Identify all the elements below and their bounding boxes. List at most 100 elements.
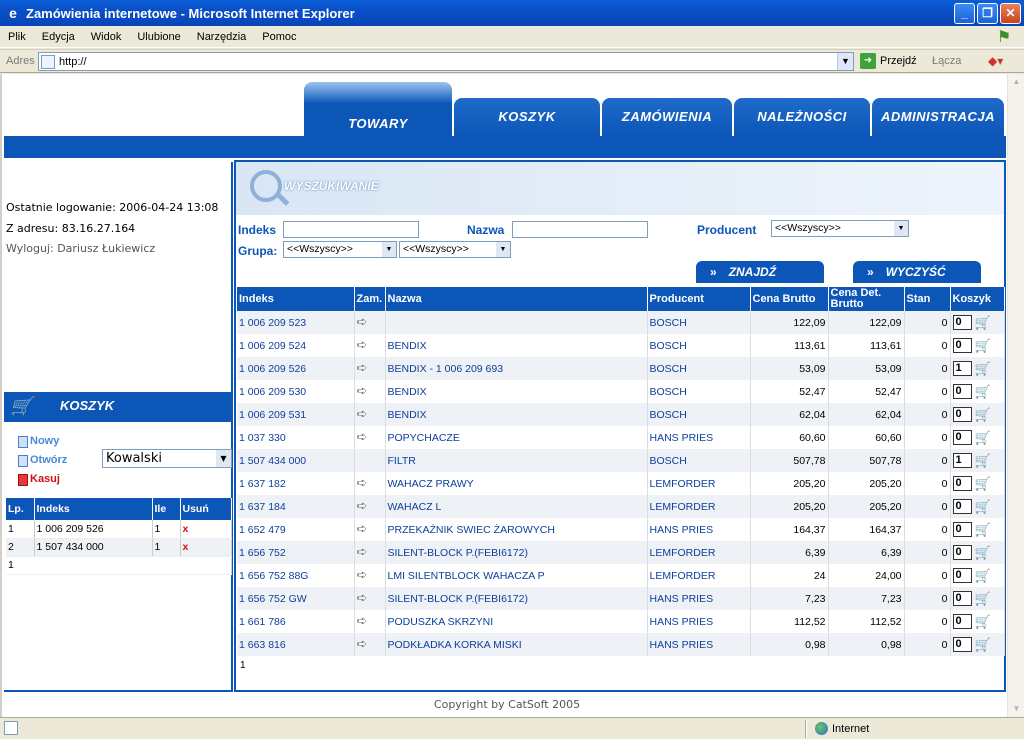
- go-button[interactable]: ➜ Przejdź: [860, 53, 917, 69]
- order-arrow-icon[interactable]: ➪: [357, 384, 373, 397]
- cell-index: 1 637 182: [237, 472, 355, 495]
- qty-input[interactable]: 0: [952, 545, 972, 560]
- order-arrow-icon[interactable]: ➪: [357, 614, 373, 627]
- add-to-cart-icon[interactable]: 🛒: [975, 522, 991, 538]
- grid-page-number[interactable]: 1: [240, 660, 246, 671]
- cell-basket: 0 🛒: [950, 472, 1005, 495]
- basket-cart-icon: 🛒: [10, 396, 33, 416]
- order-arrow-icon[interactable]: ➪: [357, 545, 373, 558]
- tab-zamowienia[interactable]: ZAMÓWIENIA: [602, 98, 732, 136]
- links-button[interactable]: Łącza: [932, 55, 961, 67]
- order-arrow-icon[interactable]: ➪: [357, 591, 373, 604]
- add-to-cart-icon[interactable]: 🛒: [975, 315, 991, 331]
- find-button[interactable]: » ZNAJDŹ: [696, 261, 824, 283]
- qty-input[interactable]: 0: [952, 338, 972, 353]
- group1-value: <<Wszyscy>>: [287, 243, 353, 255]
- qty-input[interactable]: 0: [952, 637, 972, 652]
- order-arrow-icon[interactable]: ➪: [357, 499, 373, 512]
- tab-naleznosci[interactable]: NALEŻNOŚCI: [734, 98, 870, 136]
- qty-input[interactable]: 0: [952, 384, 972, 399]
- order-arrow-icon[interactable]: ➪: [357, 407, 373, 420]
- qty-input[interactable]: 0: [952, 614, 972, 629]
- basket-new-link[interactable]: Nowy: [30, 432, 59, 451]
- page-icon: [41, 54, 55, 69]
- menu-view[interactable]: Widok: [83, 31, 130, 43]
- logout-link[interactable]: Wyloguj: Dariusz Łukiewicz: [6, 239, 218, 260]
- menu-help[interactable]: Pomoc: [254, 31, 304, 43]
- group2-dropdown-icon[interactable]: ▼: [496, 242, 510, 257]
- qty-input[interactable]: 0: [952, 476, 972, 491]
- add-to-cart-icon[interactable]: 🛒: [975, 614, 991, 630]
- group-select-2[interactable]: <<Wszyscy>> ▼: [399, 241, 511, 258]
- order-arrow-icon[interactable]: ➪: [357, 338, 373, 351]
- add-to-cart-icon[interactable]: 🛒: [975, 338, 991, 354]
- qty-input[interactable]: 0: [952, 499, 972, 514]
- add-to-cart-icon[interactable]: 🛒: [975, 407, 991, 423]
- cell-index: 1 006 209 531: [237, 403, 355, 426]
- cell-name: LMI SILENTBLOCK WAHACZA P: [385, 564, 648, 587]
- order-arrow-icon[interactable]: ➪: [357, 476, 373, 489]
- basket-page-number[interactable]: 1: [6, 556, 232, 575]
- scroll-down-icon[interactable]: ▼: [1009, 701, 1024, 717]
- add-to-cart-icon[interactable]: 🛒: [975, 361, 991, 377]
- add-to-cart-icon[interactable]: 🛒: [975, 568, 991, 584]
- add-to-cart-icon[interactable]: 🛒: [975, 545, 991, 561]
- add-to-cart-icon[interactable]: 🛒: [975, 430, 991, 446]
- customer-dropdown-icon[interactable]: ▼: [216, 450, 231, 467]
- remove-icon[interactable]: x: [183, 523, 189, 535]
- cell-basket: 0 🛒: [950, 403, 1005, 426]
- menu-file[interactable]: Plik: [0, 31, 34, 43]
- menu-tools[interactable]: Narzędzia: [189, 31, 255, 43]
- menu-favorites[interactable]: Ulubione: [129, 31, 188, 43]
- qty-input[interactable]: 1: [952, 453, 972, 468]
- name-input[interactable]: [512, 221, 648, 238]
- order-arrow-icon[interactable]: ➪: [357, 637, 373, 650]
- customer-select[interactable]: Kowalski ▼: [102, 449, 232, 468]
- cell-index: 1 661 786: [237, 610, 355, 633]
- minimize-button[interactable]: _: [954, 3, 975, 24]
- tab-administracja[interactable]: ADMINISTRACJA: [872, 98, 1004, 136]
- qty-input[interactable]: 0: [952, 522, 972, 537]
- qty-input[interactable]: 0: [952, 568, 972, 583]
- qty-input[interactable]: 0: [952, 591, 972, 606]
- order-arrow-icon[interactable]: ➪: [357, 568, 373, 581]
- qty-input[interactable]: 0: [952, 315, 972, 330]
- login-info: Ostatnie logowanie: 2006-04-24 13:08 Z a…: [6, 198, 218, 260]
- cell-name: BENDIX: [385, 403, 648, 426]
- qty-input[interactable]: 0: [952, 407, 972, 422]
- group1-dropdown-icon[interactable]: ▼: [382, 242, 396, 257]
- address-dropdown-icon[interactable]: ▼: [837, 53, 853, 70]
- scroll-up-icon[interactable]: ▲: [1009, 74, 1024, 90]
- maximize-button[interactable]: ❐: [977, 3, 998, 24]
- cell-stock: 0: [904, 334, 951, 357]
- index-input[interactable]: [283, 221, 419, 238]
- remove-icon[interactable]: x: [183, 541, 189, 553]
- add-to-cart-icon[interactable]: 🛒: [975, 499, 991, 515]
- tab-koszyk[interactable]: KOSZYK: [454, 98, 600, 136]
- qty-input[interactable]: 1: [952, 361, 972, 376]
- close-button[interactable]: ✕: [1000, 3, 1021, 24]
- group-select-1[interactable]: <<Wszyscy>> ▼: [283, 241, 397, 258]
- producer-select[interactable]: <<Wszyscy>> ▼: [771, 220, 909, 237]
- order-arrow-icon[interactable]: ➪: [357, 522, 373, 535]
- vertical-scrollbar[interactable]: ▲ ▼: [1007, 74, 1024, 717]
- add-to-cart-icon[interactable]: 🛒: [975, 591, 991, 607]
- order-arrow-icon[interactable]: ➪: [357, 315, 373, 328]
- clear-button[interactable]: » WYCZYŚĆ: [853, 261, 981, 283]
- add-to-cart-icon[interactable]: 🛒: [975, 384, 991, 400]
- add-to-cart-icon[interactable]: 🛒: [975, 476, 991, 492]
- add-to-cart-icon[interactable]: 🛒: [975, 637, 991, 653]
- basket-col-lp: Lp.: [6, 498, 35, 520]
- cell-order: ➪: [354, 610, 386, 633]
- basket-delete-link[interactable]: Kasuj: [30, 470, 60, 489]
- address-input[interactable]: http:// ▼: [38, 52, 854, 71]
- producer-dropdown-icon[interactable]: ▼: [894, 221, 908, 236]
- tab-towary[interactable]: TOWARY: [304, 82, 452, 136]
- menu-edit[interactable]: Edycja: [34, 31, 83, 43]
- add-to-cart-icon[interactable]: 🛒: [975, 453, 991, 469]
- basket-open-link[interactable]: Otwórz: [30, 451, 67, 470]
- order-arrow-icon[interactable]: ➪: [357, 361, 373, 374]
- links-icon[interactable]: ◆▾: [988, 54, 1008, 70]
- qty-input[interactable]: 0: [952, 430, 972, 445]
- order-arrow-icon[interactable]: ➪: [357, 430, 373, 443]
